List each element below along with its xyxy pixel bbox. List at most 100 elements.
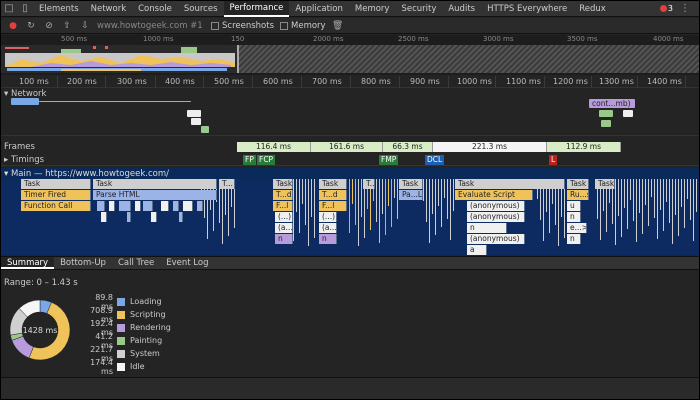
- flame-entry[interactable]: [135, 201, 141, 211]
- timeline-overview[interactable]: 500 ms 1000 ms 150 2000 ms 2500 ms 3000 ms 350…: [1, 35, 699, 75]
- flame-entry[interactable]: Ru...s: [567, 190, 589, 200]
- timing-marker-fp[interactable]: FP: [243, 155, 256, 165]
- device-toolbar-icon[interactable]: ▯: [17, 1, 33, 17]
- flame-entry[interactable]: Task: [399, 179, 423, 189]
- network-request-bar[interactable]: [201, 126, 209, 133]
- flame-entry[interactable]: T...d: [319, 190, 347, 200]
- flame-entry[interactable]: [119, 201, 131, 211]
- flame-entry[interactable]: [197, 201, 203, 211]
- time-ruler[interactable]: 100 ms 200 ms 300 ms 400 ms 500 ms 600 ms 700 …: [1, 76, 699, 88]
- screenshots-checkbox[interactable]: Screenshots: [211, 21, 274, 31]
- network-request-bar[interactable]: cont...mb): [589, 99, 635, 108]
- tab-network[interactable]: Network: [85, 1, 133, 17]
- flame-entry[interactable]: [97, 201, 105, 211]
- network-request-bar[interactable]: [601, 120, 611, 127]
- memory-checkbox[interactable]: Memory: [280, 21, 326, 31]
- flame-entry[interactable]: F...l: [319, 201, 347, 211]
- flame-entry[interactable]: Pa...L: [399, 190, 423, 200]
- tab-event-log[interactable]: Event Log: [160, 257, 214, 269]
- timing-marker-dcl[interactable]: DCL: [425, 155, 445, 165]
- frame-box[interactable]: 161.6 ms: [311, 142, 383, 152]
- network-request-bar[interactable]: [623, 110, 633, 117]
- flame-entry[interactable]: Task: [567, 179, 589, 189]
- tab-call-tree[interactable]: Call Tree: [112, 257, 160, 269]
- frame-box[interactable]: 112.9 ms: [547, 142, 621, 152]
- flame-entry[interactable]: (anonymous): [467, 201, 525, 211]
- flame-entry[interactable]: T...: [363, 179, 375, 189]
- flame-entry[interactable]: n: [319, 234, 337, 244]
- flame-entry[interactable]: F...l: [273, 201, 293, 211]
- tab-redux[interactable]: Redux: [573, 1, 612, 17]
- flame-entry[interactable]: n: [275, 234, 293, 244]
- flame-entry[interactable]: [173, 201, 179, 211]
- clear-icon[interactable]: ⊘: [43, 21, 55, 31]
- inspect-icon[interactable]: □: [1, 1, 17, 17]
- flame-entry[interactable]: Timer Fired: [21, 190, 91, 200]
- flame-entry[interactable]: Task: [319, 179, 347, 189]
- frame-box[interactable]: 116.4 ms: [237, 142, 311, 152]
- timing-marker-fcp[interactable]: FCP: [257, 155, 276, 165]
- frames-label[interactable]: Frames: [4, 142, 35, 152]
- flame-entry[interactable]: Task: [595, 179, 615, 189]
- record-icon[interactable]: ●: [7, 21, 19, 31]
- flame-entry[interactable]: [151, 212, 157, 222]
- flame-entry[interactable]: [183, 201, 193, 211]
- flame-entry[interactable]: T...d: [273, 190, 293, 200]
- network-request-bar[interactable]: [187, 110, 201, 117]
- save-profile-icon[interactable]: ⇩: [79, 21, 91, 31]
- flame-entry[interactable]: (a...): [275, 223, 293, 233]
- more-options-icon[interactable]: ⋮: [677, 1, 693, 17]
- flame-entry[interactable]: [161, 201, 169, 211]
- flame-entry[interactable]: e...>: [567, 223, 587, 233]
- timing-marker-l[interactable]: L: [549, 155, 558, 165]
- flame-entry[interactable]: Evaluate Script: [455, 190, 533, 200]
- profile-select[interactable]: www.howtogeek.com #1: [97, 21, 205, 31]
- main-flame-chart[interactable]: TaskTaskT...TaskTaskT...TaskTaskTaskTask…: [1, 179, 699, 255]
- flame-entry[interactable]: (anonymous): [467, 212, 525, 222]
- flame-entry[interactable]: Task: [93, 179, 217, 189]
- tab-https-everywhere[interactable]: HTTPS Everywhere: [481, 1, 573, 17]
- flame-entry[interactable]: (anonymous): [467, 234, 525, 244]
- flame-entry[interactable]: Parse HTML: [93, 190, 217, 200]
- timings-track-label[interactable]: ▸ Timings: [4, 155, 44, 165]
- tab-sources[interactable]: Sources: [178, 1, 224, 17]
- flame-entry[interactable]: (...): [319, 212, 337, 222]
- flame-entry[interactable]: Task: [455, 179, 565, 189]
- flame-entry[interactable]: n: [567, 212, 581, 222]
- network-request-bar[interactable]: [599, 110, 613, 117]
- flame-entry[interactable]: [143, 201, 153, 211]
- tab-performance[interactable]: Performance: [223, 1, 290, 17]
- main-thread-header[interactable]: ▾ Main — https://www.howtogeek.com/: [1, 168, 699, 179]
- tab-bottom-up[interactable]: Bottom-Up: [54, 257, 112, 269]
- tab-audits[interactable]: Audits: [442, 1, 481, 17]
- frame-box[interactable]: 66.3 ms: [383, 142, 433, 152]
- flame-entry[interactable]: Task: [273, 179, 293, 189]
- tab-security[interactable]: Security: [395, 1, 442, 17]
- flame-entry[interactable]: T...: [219, 179, 235, 189]
- flame-entry[interactable]: [127, 212, 131, 222]
- reload-record-icon[interactable]: ↻: [25, 21, 37, 31]
- flame-entry[interactable]: [101, 212, 107, 222]
- flame-entry[interactable]: Task: [21, 179, 91, 189]
- flame-entry[interactable]: n: [467, 223, 507, 233]
- timing-marker-fmp[interactable]: FMP: [379, 155, 399, 165]
- frame-box[interactable]: 221.3 ms: [433, 142, 547, 152]
- load-profile-icon[interactable]: ⇧: [61, 21, 73, 31]
- flame-entry[interactable]: (...): [275, 212, 293, 222]
- flame-entry[interactable]: (a...): [319, 223, 337, 233]
- network-request-bar[interactable]: [191, 118, 201, 125]
- network-request-bar[interactable]: [11, 98, 39, 105]
- tab-elements[interactable]: Elements: [33, 1, 85, 17]
- tab-memory[interactable]: Memory: [349, 1, 396, 17]
- tab-summary[interactable]: Summary: [1, 257, 55, 269]
- error-badge[interactable]: 3: [659, 4, 673, 13]
- flame-entry[interactable]: a: [467, 245, 487, 255]
- tab-application[interactable]: Application: [289, 1, 349, 17]
- trash-icon[interactable]: 🗑: [332, 21, 344, 31]
- flame-entry[interactable]: n: [567, 234, 581, 244]
- flame-entry[interactable]: [179, 212, 183, 222]
- tab-console[interactable]: Console: [132, 1, 178, 17]
- flame-entry[interactable]: Function Call: [21, 201, 91, 211]
- flame-entry[interactable]: [109, 201, 115, 211]
- flame-entry[interactable]: u: [567, 201, 581, 211]
